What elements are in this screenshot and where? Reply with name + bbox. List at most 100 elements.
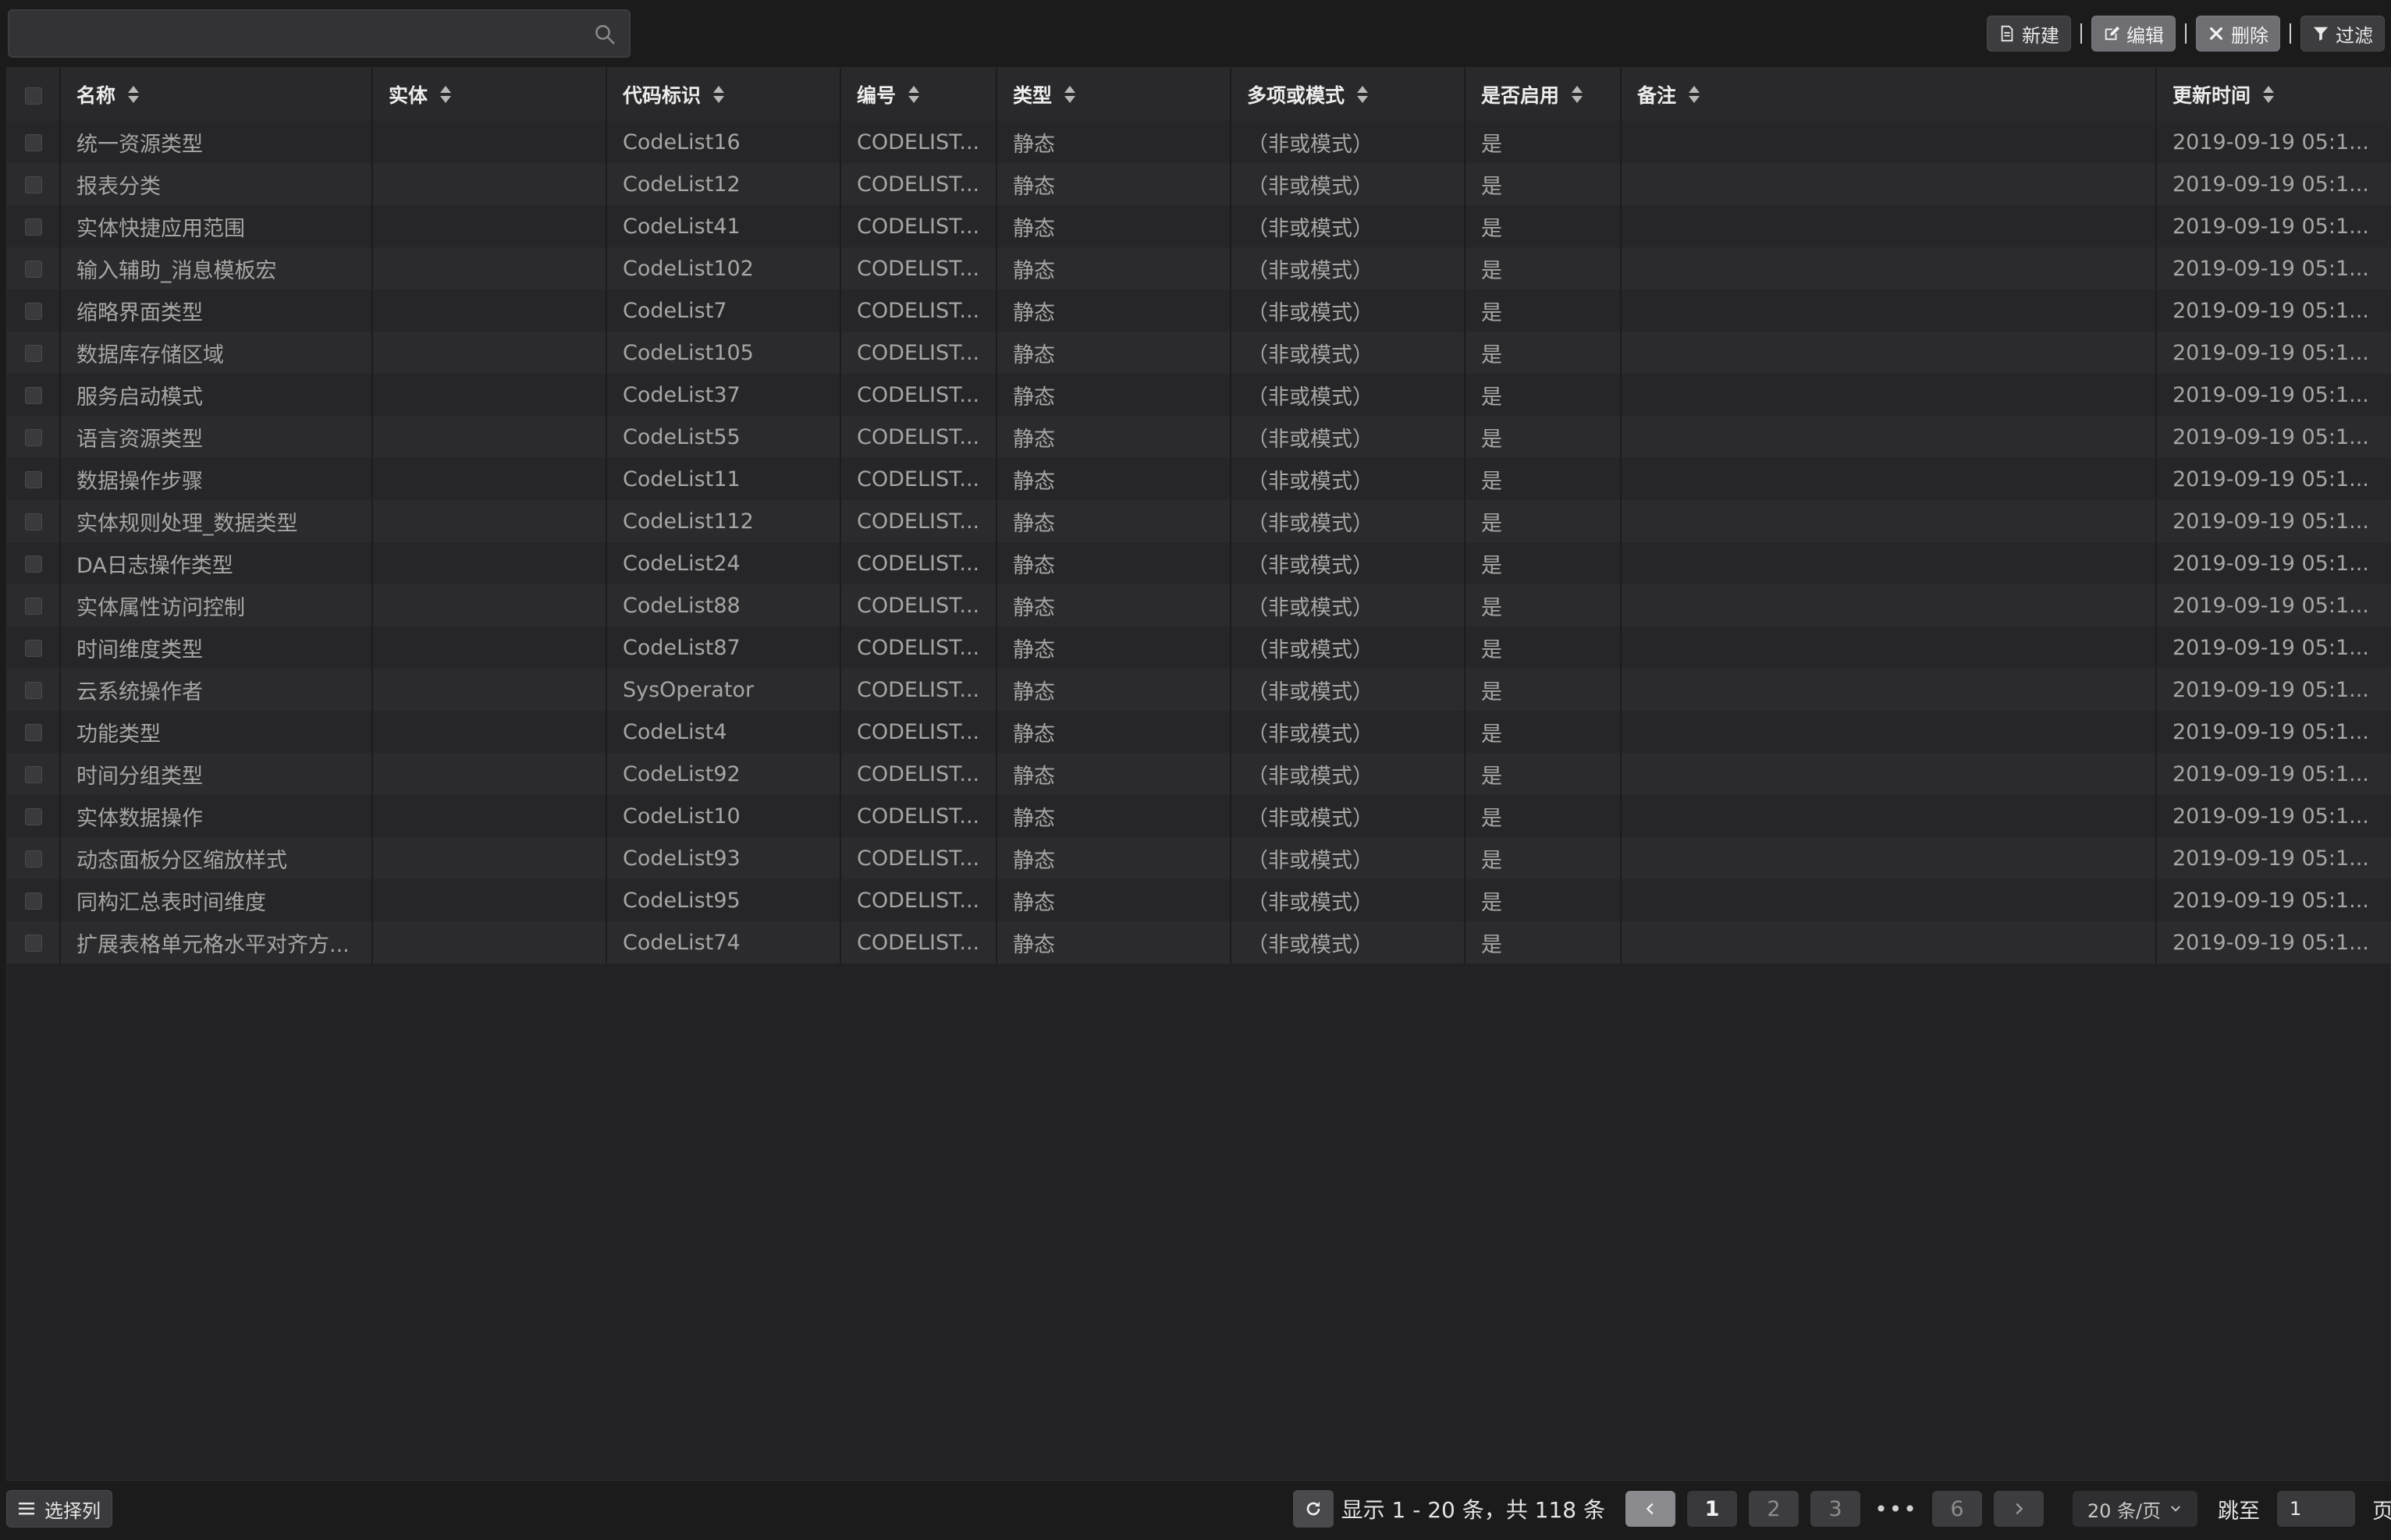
table-row[interactable]: 输入辅助_消息模板宏 CodeList102 CODELIST... 静态 （非或模式）… (7, 247, 2391, 289)
cell-entity (372, 626, 607, 669)
row-checkbox[interactable] (24, 682, 42, 699)
table-row[interactable]: 报表分类 CodeList12 CODELIST... 静态 （非或模式）是 2019-0… (7, 163, 2391, 205)
row-checkbox[interactable] (24, 555, 42, 573)
next-page-button[interactable] (1994, 1491, 2044, 1527)
column-header-name[interactable]: 名称 (60, 68, 373, 121)
row-checkbox[interactable] (24, 724, 42, 741)
table-row[interactable]: 时间分组类型 CodeList92 CODELIST... 静态 （非或模式）是 2019… (7, 753, 2391, 795)
new-button[interactable]: 新建 (1987, 16, 2071, 51)
page-button-1[interactable]: 1 (1687, 1491, 1737, 1527)
page-size-select[interactable]: 20 条/页 (2073, 1491, 2197, 1527)
row-checkbox[interactable] (24, 261, 42, 278)
column-header-number[interactable]: 编号 (840, 68, 997, 121)
cell-mode: （非或模式） (1231, 711, 1466, 753)
page-button-2[interactable]: 2 (1749, 1491, 1799, 1527)
table-row[interactable]: 云系统操作者 SysOperator CODELIST... 静态 （非或模式）是 201… (7, 669, 2391, 711)
row-checkbox[interactable] (24, 892, 42, 910)
column-header-mode[interactable]: 多项或模式 (1231, 68, 1466, 121)
cell-enabled: 是 (1465, 542, 1622, 584)
page-button-6[interactable]: 6 (1932, 1491, 1982, 1527)
cell-note (1621, 205, 2157, 247)
row-checkbox[interactable] (24, 429, 42, 446)
table-row[interactable]: 扩展表格单元格水平对齐方... CodeList74 CODELIST... 静态 （非… (7, 921, 2391, 963)
page-button-3[interactable]: 3 (1810, 1491, 1860, 1527)
cell-note (1621, 247, 2157, 289)
column-header-enabled[interactable]: 是否启用 (1465, 68, 1622, 121)
column-header-entity[interactable]: 实体 (372, 68, 607, 121)
column-header-updated[interactable]: 更新时间 (2156, 68, 2391, 121)
row-checkbox[interactable] (24, 218, 42, 236)
cell-enabled: 是 (1465, 205, 1622, 247)
cell-name: 同构汇总表时间维度 (60, 879, 373, 921)
row-checkbox[interactable] (24, 303, 42, 320)
sort-icon[interactable] (907, 84, 921, 105)
jump-page-input[interactable] (2277, 1491, 2355, 1527)
select-all-checkbox[interactable] (24, 87, 42, 105)
search-box[interactable] (8, 9, 631, 58)
cell-entity (372, 584, 607, 626)
column-header-type[interactable]: 类型 (997, 68, 1231, 121)
row-checkbox[interactable] (24, 387, 42, 404)
row-checkbox[interactable] (24, 766, 42, 783)
delete-button[interactable]: 删除 (2196, 16, 2280, 51)
refresh-button[interactable] (1292, 1490, 1334, 1528)
row-checkbox[interactable] (24, 513, 42, 530)
sort-icon[interactable] (2261, 84, 2276, 105)
row-checkbox[interactable] (24, 598, 42, 615)
page-ellipsis[interactable]: ••• (1872, 1496, 1920, 1522)
cell-enabled: 是 (1465, 879, 1622, 921)
cell-updated: 2019-09-19 05:1... (2173, 719, 2369, 744)
search-icon[interactable] (593, 23, 616, 46)
prev-page-button[interactable] (1625, 1491, 1675, 1527)
table-row[interactable]: 缩略界面类型 CodeList7 CODELIST... 静态 （非或模式）是 2019-… (7, 289, 2391, 332)
table-row[interactable]: 数据操作步骤 CodeList11 CODELIST... 静态 （非或模式）是 2019… (7, 458, 2391, 500)
row-checkbox[interactable] (24, 935, 42, 952)
edit-button[interactable]: 编辑 (2091, 16, 2176, 51)
cell-code: CodeList16 (606, 121, 841, 163)
cell-mode: （非或模式） (1231, 416, 1466, 458)
sort-icon[interactable] (1355, 84, 1370, 105)
cell-entity (372, 711, 607, 753)
table-row[interactable]: 统一资源类型 CodeList16 CODELIST... 静态 （非或模式）是 2019… (7, 121, 2391, 163)
cell-number: CODELIST... (840, 205, 997, 247)
cell-type: 静态 (997, 458, 1231, 500)
sort-icon[interactable] (439, 84, 453, 105)
row-checkbox[interactable] (24, 850, 42, 868)
table-row[interactable]: 实体属性访问控制 CodeList88 CODELIST... 静态 （非或模式）是 20… (7, 584, 2391, 626)
select-columns-button[interactable]: 选择列 (6, 1490, 112, 1528)
table-row[interactable]: 实体规则处理_数据类型 CodeList112 CODELIST... 静态 （非或模式… (7, 500, 2391, 542)
table-row[interactable]: 功能类型 CodeList4 CODELIST... 静态 （非或模式）是 2019-09… (7, 711, 2391, 753)
sort-icon[interactable] (126, 84, 140, 105)
row-checkbox[interactable] (24, 808, 42, 825)
table-row[interactable]: DA日志操作类型 CodeList24 CODELIST... 静态 （非或模式）是 20… (7, 542, 2391, 584)
table-row[interactable]: 实体快捷应用范围 CodeList41 CODELIST... 静态 （非或模式）是 20… (7, 205, 2391, 247)
row-checkbox[interactable] (24, 640, 42, 657)
table-row[interactable]: 实体数据操作 CodeList10 CODELIST... 静态 （非或模式）是 2019… (7, 795, 2391, 837)
delete-button-label: 删除 (2231, 24, 2268, 47)
table-row[interactable]: 服务启动模式 CodeList37 CODELIST... 静态 （非或模式）是 2019… (7, 374, 2391, 416)
table-row[interactable]: 语言资源类型 CodeList55 CODELIST... 静态 （非或模式）是 2019… (7, 416, 2391, 458)
cell-name: 云系统操作者 (60, 669, 373, 711)
table-row[interactable]: 数据库存储区域 CodeList105 CODELIST... 静态 （非或模式）是 20… (7, 332, 2391, 374)
table-row[interactable]: 时间维度类型 CodeList87 CODELIST... 静态 （非或模式）是 2019… (7, 626, 2391, 669)
cell-enabled: 是 (1465, 416, 1622, 458)
search-input[interactable] (22, 17, 568, 50)
sort-icon[interactable] (1063, 84, 1077, 105)
sort-icon[interactable] (1687, 84, 1701, 105)
sort-icon[interactable] (1570, 84, 1584, 105)
cell-enabled: 是 (1465, 458, 1622, 500)
sort-icon[interactable] (712, 84, 726, 105)
row-checkbox[interactable] (24, 134, 42, 151)
row-checkbox[interactable] (24, 471, 42, 488)
column-header-note[interactable]: 备注 (1621, 68, 2157, 121)
row-checkbox[interactable] (24, 345, 42, 362)
cell-code: CodeList55 (606, 416, 841, 458)
column-header-code[interactable]: 代码标识 (606, 68, 841, 121)
row-checkbox[interactable] (24, 176, 42, 193)
table-row[interactable]: 动态面板分区缩放样式 CodeList93 CODELIST... 静态 （非或模式）是… (7, 837, 2391, 879)
table-row[interactable]: 同构汇总表时间维度 CodeList95 CODELIST... 静态 （非或模式）是 2… (7, 879, 2391, 921)
filter-icon (2313, 27, 2329, 41)
cell-entity (372, 374, 607, 416)
row-select-cell (7, 711, 61, 753)
filter-button[interactable]: 过滤 (2300, 16, 2385, 51)
